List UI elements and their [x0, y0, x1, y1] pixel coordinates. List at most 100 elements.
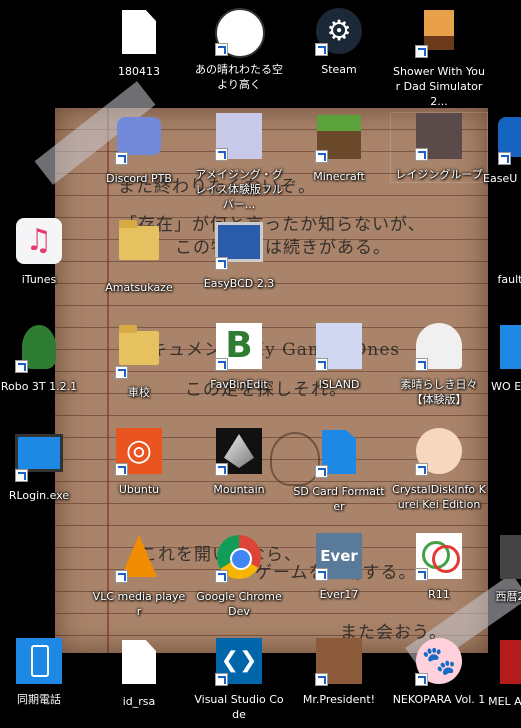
- anime-app-icon: [415, 323, 463, 371]
- vscode-icon: ❮❯: [215, 638, 263, 686]
- desktop-icon-easybcd[interactable]: EasyBCD 2.3: [191, 218, 287, 291]
- desktop-icon-nishi[interactable]: 西暦2: [480, 533, 521, 604]
- desktop-icon-vscode[interactable]: ❮❯ Visual Studio Code: [191, 638, 287, 722]
- icon-label: RLogin.exe: [8, 489, 70, 502]
- file-icon: [486, 218, 521, 266]
- icon-label: VLC media player: [92, 590, 186, 618]
- desktop-icon-ever17[interactable]: Ever Ever17: [291, 533, 387, 602]
- icon-label: MEL Act: [488, 695, 521, 708]
- paw-icon: 🐾: [415, 638, 463, 686]
- icon-label: Discord PTB: [106, 172, 172, 185]
- phone-icon: [15, 638, 63, 686]
- easeus-icon: [486, 117, 521, 165]
- icon-label: Robo 3T 1.2.1: [0, 380, 78, 393]
- icon-label: iTunes: [21, 273, 57, 286]
- icon-label: あの晴れわたる空より高く: [195, 63, 283, 91]
- desktop-icon-doki[interactable]: 同期電話: [0, 638, 87, 707]
- desktop-icon-amazing[interactable]: アメイジング・グレイス体験版フルバー...: [191, 113, 287, 212]
- icon-label: 180413: [118, 65, 160, 78]
- desktop-icon-racing[interactable]: レイジングループ: [390, 112, 488, 183]
- icon-label: Ever17: [319, 588, 359, 601]
- icon-label: 車校: [128, 386, 150, 399]
- desktop-icon-wo[interactable]: WO EC: [480, 323, 521, 394]
- desktop-icon-mel[interactable]: MEL Act: [480, 638, 521, 709]
- icon-label: 同期電話: [17, 693, 61, 706]
- desktop-icon-crystal[interactable]: CrystalDiskInfo Kurei Kei Edition: [391, 428, 487, 512]
- pixel-character-icon: [415, 10, 463, 58]
- desktop-icon-easeus[interactable]: EaseU Ma: [480, 113, 521, 186]
- rlogin-icon: [15, 434, 63, 482]
- icon-label: Amatsukaze: [105, 281, 173, 294]
- desktop-icon-mountain[interactable]: Mountain: [191, 428, 287, 497]
- mountain-icon: [215, 428, 263, 476]
- icon-label: Mountain: [213, 483, 265, 496]
- desktop-icon-subarashiki[interactable]: 素晴らしき日々【体験版】: [391, 323, 487, 407]
- minecraft-icon: [315, 115, 363, 163]
- chrome-dev-icon: [215, 535, 263, 583]
- desktop-icon-idrsa[interactable]: id_rsa: [91, 638, 187, 709]
- icon-label: アメイジング・グレイス体験版フルバー...: [195, 168, 283, 211]
- desktop-icon-island[interactable]: ISLAND: [291, 323, 387, 392]
- icon-label: Minecraft: [313, 170, 365, 183]
- desktop-icon-ubuntu[interactable]: ◎ Ubuntu: [91, 428, 187, 497]
- app-icon: [486, 640, 521, 688]
- icon-label: EaseU Ma: [483, 172, 521, 185]
- vlc-icon: [115, 535, 163, 583]
- icon-label: ISLAND: [318, 378, 360, 391]
- desktop-icon-nekopara[interactable]: 🐾 NEKOPARA Vol. 1: [391, 638, 487, 707]
- app-icon: [486, 325, 521, 373]
- icon-label: 素晴らしき日々【体験版】: [400, 378, 478, 406]
- icon-label: Visual Studio Code: [194, 693, 284, 721]
- anime-app-icon: [315, 323, 363, 371]
- anime-app-icon: [415, 428, 463, 476]
- desktop-icon-vlc[interactable]: VLC media player: [91, 533, 187, 619]
- desktop-icon-itunes[interactable]: ♫ iTunes: [0, 218, 87, 287]
- desktop-icon-favbin[interactable]: B FavBinEdit: [191, 323, 287, 392]
- icon-label: NEKOPARA Vol. 1: [392, 693, 486, 706]
- robo3t-icon: [15, 325, 63, 373]
- desktop-icon-shako[interactable]: 車校: [91, 323, 187, 400]
- icon-label: CrystalDiskInfo Kurei Kei Edition: [392, 483, 486, 511]
- desktop-icon-discord[interactable]: Discord PTB: [91, 113, 187, 186]
- anime-app-icon: [215, 8, 265, 58]
- icon-label: 西暦2: [495, 590, 521, 603]
- face-icon: [315, 638, 363, 686]
- desktop-icon-mrpresident[interactable]: Mr.President!: [291, 638, 387, 707]
- ubuntu-icon: ◎: [115, 428, 163, 476]
- desktop-icon-anohare[interactable]: あの晴れわたる空より高く: [191, 8, 287, 92]
- desktop: また終わりたくないぞ。 「存在」が何と言ったか知らないが、 この物語には続きがあ…: [0, 0, 521, 728]
- anime-app-icon: [415, 113, 463, 161]
- desktop-icon-rlogin[interactable]: RLogin.exe: [0, 428, 87, 503]
- icon-label: SD Card Formatter: [293, 485, 385, 513]
- icon-label: Steam: [321, 63, 357, 76]
- icon-label: Mr.President!: [302, 693, 376, 706]
- folder-icon: [115, 325, 163, 379]
- desktop-icon-steam[interactable]: ⚙ Steam: [291, 8, 387, 77]
- desktop-icon-chrome-dev[interactable]: Google Chrome Dev: [191, 533, 287, 619]
- anime-app-icon: [215, 113, 263, 161]
- icon-label: Google Chrome Dev: [196, 590, 282, 618]
- desktop-icon-fault[interactable]: fault: [480, 218, 521, 287]
- desktop-icon-sdcard[interactable]: SD Card Formatter: [291, 428, 387, 514]
- icon-label: Ubuntu: [118, 483, 160, 496]
- favbin-icon: B: [215, 323, 263, 371]
- discord-icon: [115, 117, 163, 165]
- desktop-icon-shower[interactable]: Shower With Your Dad Simulator 2...: [391, 8, 487, 109]
- desktop-icon-180413[interactable]: 180413: [91, 8, 187, 79]
- sd-card-icon: [315, 430, 363, 478]
- icon-label: id_rsa: [122, 695, 156, 708]
- icon-label: R11: [428, 588, 450, 601]
- icon-label: fault: [497, 273, 521, 286]
- desktop-icon-r11[interactable]: R11: [391, 533, 487, 602]
- file-icon: [115, 10, 163, 58]
- desktop-icon-robo3t[interactable]: Robo 3T 1.2.1: [0, 323, 87, 394]
- icon-label: EasyBCD 2.3: [203, 277, 275, 290]
- desktop-icon-minecraft[interactable]: Minecraft: [291, 113, 387, 184]
- file-icon: [115, 640, 163, 688]
- steam-icon: ⚙: [315, 8, 363, 56]
- easybcd-icon: [215, 222, 263, 270]
- ever17-icon: Ever: [315, 533, 363, 581]
- r11-icon: [415, 533, 463, 581]
- desktop-icon-amatsukaze[interactable]: Amatsukaze: [91, 218, 187, 295]
- icon-label: レイジングループ: [395, 168, 483, 181]
